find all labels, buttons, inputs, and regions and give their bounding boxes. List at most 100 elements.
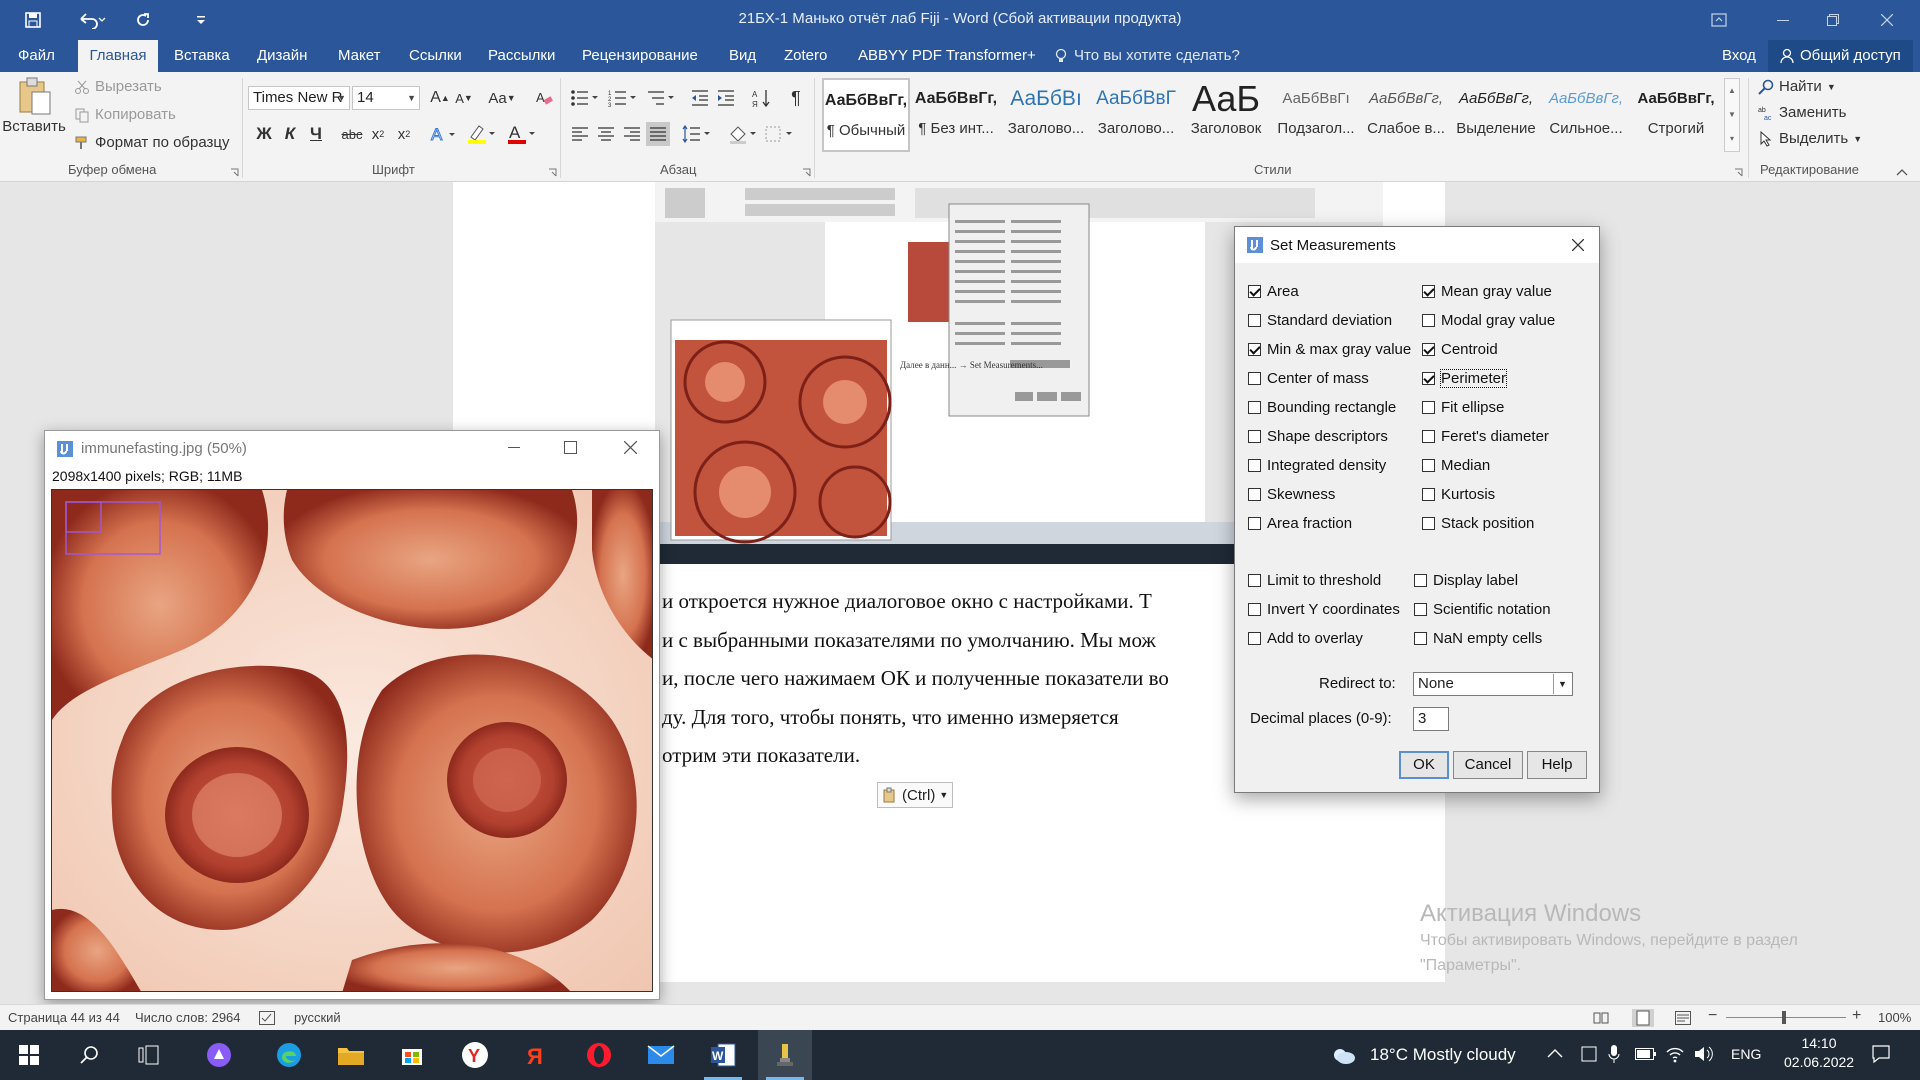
sort-icon[interactable]: АЯ bbox=[750, 86, 774, 110]
close-icon[interactable] bbox=[1572, 239, 1584, 251]
decrease-indent-icon[interactable] bbox=[688, 86, 712, 110]
style-intense-emphasis[interactable]: АаБбВвГг, Сильное... bbox=[1542, 78, 1630, 152]
checkbox-scientific-notation[interactable]: Scientific notation bbox=[1414, 601, 1551, 618]
checkbox-ferets-diameter[interactable]: Feret's diameter bbox=[1422, 428, 1549, 445]
tab-design[interactable]: Дизайн bbox=[247, 40, 317, 72]
style-title[interactable]: АаБ Заголовок bbox=[1182, 78, 1270, 152]
zoom-level[interactable]: 100% bbox=[1878, 1010, 1911, 1025]
checkbox-stack-position[interactable]: Stack position bbox=[1422, 515, 1534, 532]
yandex-browser-icon[interactable]: Y bbox=[448, 1030, 502, 1080]
proofing-icon[interactable] bbox=[259, 1011, 275, 1025]
checkbox-median[interactable]: Median bbox=[1422, 457, 1490, 474]
store-icon[interactable] bbox=[385, 1030, 439, 1080]
find-button[interactable]: Найти ▼ bbox=[1758, 78, 1836, 95]
checkbox-centroid[interactable]: Centroid bbox=[1422, 341, 1498, 358]
zoom-slider-thumb[interactable] bbox=[1782, 1011, 1786, 1024]
read-mode-icon[interactable] bbox=[1593, 1011, 1609, 1025]
checkbox-standard-deviation[interactable]: Standard deviation bbox=[1248, 312, 1392, 329]
styles-scroll[interactable]: ▲ ▼ ▾ bbox=[1724, 78, 1740, 152]
copy-button[interactable]: Копировать bbox=[74, 106, 176, 123]
dialog-launcher-icon[interactable] bbox=[230, 168, 239, 177]
checkbox-area-fraction[interactable]: Area fraction bbox=[1248, 515, 1352, 532]
change-case-button[interactable]: Aa ▼ bbox=[484, 86, 520, 110]
signin-link[interactable]: Вход bbox=[1722, 40, 1756, 72]
checkbox-perimeter[interactable]: Perimeter bbox=[1422, 369, 1508, 388]
style-strong[interactable]: АаБбВвГг, Строгий bbox=[1632, 78, 1720, 152]
word-count[interactable]: Число слов: 2964 bbox=[135, 1010, 241, 1025]
style-heading1[interactable]: АаБбВı Заголово... bbox=[1002, 78, 1090, 152]
weather-text[interactable]: 18°C Mostly cloudy bbox=[1370, 1045, 1516, 1065]
file-explorer-icon[interactable] bbox=[324, 1030, 378, 1080]
tab-references[interactable]: Ссылки bbox=[399, 40, 472, 72]
checkbox-kurtosis[interactable]: Kurtosis bbox=[1422, 486, 1495, 503]
checkbox-modal-gray[interactable]: Modal gray value bbox=[1422, 312, 1555, 329]
highlight-icon[interactable] bbox=[464, 122, 500, 146]
paste-options-button[interactable]: (Ctrl) ▼ bbox=[877, 782, 954, 808]
checkbox-center-of-mass[interactable]: Center of mass bbox=[1248, 370, 1369, 387]
help-button[interactable]: Help bbox=[1527, 751, 1587, 779]
checkbox-min-max-gray[interactable]: Min & max gray value bbox=[1248, 341, 1411, 358]
web-layout-icon[interactable] bbox=[1675, 1011, 1691, 1025]
style-no-spacing[interactable]: АаБбВвГг, ¶ Без инт... bbox=[912, 78, 1000, 152]
edge-icon[interactable] bbox=[262, 1030, 316, 1080]
multilevel-list-icon[interactable] bbox=[644, 86, 678, 110]
tell-me-search[interactable]: Что вы хотите сделать? bbox=[1054, 40, 1240, 72]
align-center-icon[interactable] bbox=[594, 122, 618, 146]
battery-icon[interactable] bbox=[1635, 1047, 1657, 1061]
font-color-icon[interactable]: A bbox=[504, 122, 540, 146]
cancel-button[interactable]: Cancel bbox=[1453, 751, 1523, 779]
image-canvas[interactable] bbox=[51, 489, 653, 992]
volume-icon[interactable] bbox=[1694, 1045, 1714, 1063]
shading-icon[interactable] bbox=[726, 122, 760, 146]
chevron-up-icon[interactable] bbox=[1547, 1048, 1563, 1058]
font-name-combo[interactable]: Times New R ▼ bbox=[248, 86, 350, 110]
search-icon[interactable] bbox=[62, 1030, 116, 1080]
dialog-launcher-icon[interactable] bbox=[1734, 168, 1743, 177]
replace-button[interactable]: ab ac Заменить bbox=[1758, 104, 1846, 121]
format-painter-button[interactable]: Формат по образцу bbox=[74, 134, 230, 151]
bullets-icon[interactable] bbox=[568, 86, 602, 110]
device-icon[interactable] bbox=[1580, 1045, 1598, 1063]
tab-home[interactable]: Главная bbox=[78, 40, 158, 72]
align-right-icon[interactable] bbox=[620, 122, 644, 146]
bold-icon[interactable]: Ж bbox=[252, 122, 276, 146]
paste-button[interactable]: Вставить bbox=[2, 76, 66, 135]
share-button[interactable]: Общий доступ bbox=[1768, 40, 1913, 72]
fiji-icon[interactable] bbox=[758, 1030, 812, 1080]
style-subtle-emphasis[interactable]: АаБбВвГг, Слабое в... bbox=[1362, 78, 1450, 152]
dialog-launcher-icon[interactable] bbox=[802, 168, 811, 177]
checkbox-skewness[interactable]: Skewness bbox=[1248, 486, 1335, 503]
style-subtitle[interactable]: АаБбВвГı Подзагол... bbox=[1272, 78, 1360, 152]
checkbox-area[interactable]: Area bbox=[1248, 283, 1299, 300]
clear-formatting-icon[interactable]: A bbox=[532, 86, 556, 110]
italic-icon[interactable]: К bbox=[278, 122, 302, 146]
checkbox-display-label[interactable]: Display label bbox=[1414, 572, 1518, 589]
grow-font-icon[interactable]: A ▲ bbox=[428, 86, 452, 110]
style-heading2[interactable]: АаБбВвГ Заголово... bbox=[1092, 78, 1180, 152]
checkbox-integrated-density[interactable]: Integrated density bbox=[1248, 457, 1386, 474]
line-spacing-icon[interactable] bbox=[680, 122, 714, 146]
ribbon-display-icon[interactable] bbox=[1696, 0, 1742, 40]
image-window[interactable]: immunefasting.jpg (50%) 2098x1400 pixels… bbox=[44, 430, 660, 1000]
decimal-places-input[interactable]: 3 bbox=[1413, 707, 1449, 731]
select-button[interactable]: Выделить ▼ bbox=[1758, 130, 1862, 147]
checkbox-shape-descriptors[interactable]: Shape descriptors bbox=[1248, 428, 1388, 445]
checkbox-mean-gray[interactable]: Mean gray value bbox=[1422, 283, 1552, 300]
weather-icon[interactable] bbox=[1328, 1030, 1358, 1080]
zoom-in-icon[interactable]: + bbox=[1852, 1007, 1861, 1025]
clock[interactable]: 14:10 02.06.2022 bbox=[1784, 1035, 1854, 1070]
checkbox-nan-empty-cells[interactable]: NaN empty cells bbox=[1414, 630, 1542, 647]
tab-abbyy[interactable]: ABBYY PDF Transformer+ bbox=[848, 40, 1046, 72]
dialog-titlebar[interactable]: Set Measurements bbox=[1235, 227, 1599, 263]
text-effects-icon[interactable]: A bbox=[428, 122, 460, 146]
minimize-icon[interactable] bbox=[508, 447, 520, 449]
set-measurements-dialog[interactable]: Set Measurements Area Standard deviation… bbox=[1234, 226, 1600, 793]
show-formatting-icon[interactable]: ¶ bbox=[784, 86, 808, 110]
tab-zotero[interactable]: Zotero bbox=[774, 40, 837, 72]
tab-insert[interactable]: Вставка bbox=[164, 40, 240, 72]
input-language[interactable]: ENG bbox=[1731, 1046, 1761, 1062]
shrink-font-icon[interactable]: A ▼ bbox=[452, 86, 476, 110]
tab-review[interactable]: Рецензирование bbox=[572, 40, 708, 72]
checkbox-fit-ellipse[interactable]: Fit ellipse bbox=[1422, 399, 1504, 416]
wifi-icon[interactable] bbox=[1665, 1044, 1685, 1064]
